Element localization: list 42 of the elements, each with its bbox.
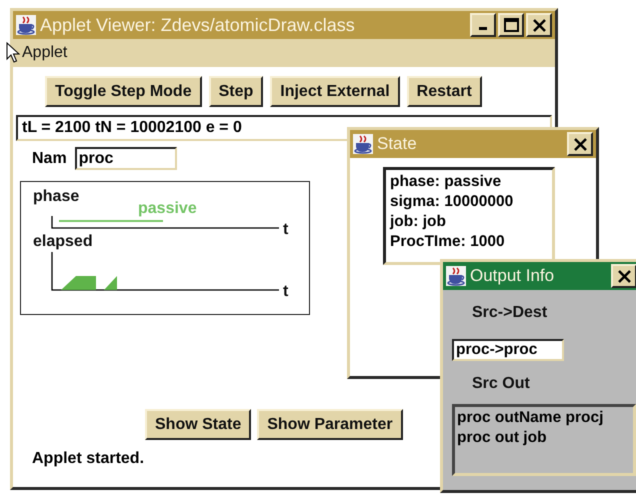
state-line: ProcTIme: 1000	[390, 232, 506, 252]
window-title: Applet Viewer: Zdevs/atomicDraw.class	[40, 14, 355, 36]
state-line: sigma: 10000000	[390, 192, 514, 212]
state-text-area[interactable]: phase: passive sigma: 10000000 job: job ProcTIme: 1000	[383, 167, 555, 265]
panel-button[interactable]: Show State	[145, 409, 252, 440]
state-line: phase: passive	[390, 172, 502, 192]
close-icon	[616, 268, 632, 284]
src-out-label: Src Out	[471, 374, 531, 394]
window-title: Output Info	[470, 266, 554, 286]
menu-item[interactable]: Applet	[22, 44, 68, 62]
toolbar-button[interactable]: Toggle Step Mode	[45, 76, 202, 107]
close-button[interactable]	[526, 13, 552, 37]
output-line: proc out job	[457, 428, 548, 448]
src-dest-label: Src->Dest	[471, 303, 548, 323]
state-line: job: job	[390, 212, 447, 232]
axis-label: t	[283, 283, 288, 300]
output-line: proc outName procj	[457, 408, 604, 428]
axis-label: t	[283, 221, 288, 238]
close-icon	[530, 16, 548, 34]
maximize-icon	[502, 16, 520, 34]
toolbar-button[interactable]: Restart	[406, 76, 482, 107]
minimize-button[interactable]	[470, 13, 496, 37]
close-icon	[572, 136, 588, 152]
elapsed-bars-drawing	[61, 276, 117, 290]
name-field[interactable]: proc	[74, 147, 177, 170]
track-label: phase	[33, 188, 80, 205]
panel-button[interactable]: Show Parameter	[257, 409, 403, 440]
coffee-cup-icon	[16, 15, 36, 35]
src-dest-field[interactable]: proc->proc	[452, 339, 564, 361]
name-label: Nam	[32, 150, 67, 168]
close-button[interactable]	[567, 132, 593, 156]
coffee-cup-icon	[446, 266, 466, 286]
toolbar-button[interactable]: Step	[208, 76, 264, 107]
track-label: elapsed	[33, 233, 93, 250]
minimize-icon	[479, 27, 487, 30]
close-button[interactable]	[611, 264, 636, 288]
maximize-button[interactable]	[498, 13, 524, 37]
toolbar-button[interactable]: Inject External	[270, 76, 400, 107]
status-text: Applet started.	[31, 449, 146, 468]
coffee-cup-icon	[353, 134, 373, 154]
phase-state-label: passive	[138, 200, 197, 217]
src-out-text-area[interactable]: proc outName procj proc out job	[452, 404, 636, 476]
